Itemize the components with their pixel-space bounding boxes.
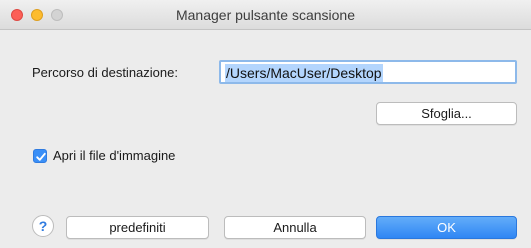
window-title: Manager pulsante scansione	[175, 7, 355, 23]
checkmark-icon	[36, 152, 46, 161]
cancel-button[interactable]: Annulla	[224, 216, 366, 239]
destination-label: Percorso di destinazione:	[32, 65, 178, 80]
defaults-button[interactable]: predefiniti	[66, 216, 209, 239]
open-image-checkbox[interactable]	[33, 149, 47, 163]
open-image-label[interactable]: Apri il file d'immagine	[53, 148, 175, 163]
destination-path-field[interactable]: /Users/MacUser/Desktop	[219, 60, 517, 84]
title-bar[interactable]: Manager pulsante scansione	[0, 0, 531, 30]
dialog-window: Manager pulsante scansione Percorso di d…	[0, 0, 531, 248]
browse-button[interactable]: Sfoglia...	[376, 102, 517, 125]
ok-button[interactable]: OK	[376, 216, 517, 239]
destination-path-value: /Users/MacUser/Desktop	[225, 64, 383, 82]
help-button[interactable]: ?	[32, 215, 54, 237]
